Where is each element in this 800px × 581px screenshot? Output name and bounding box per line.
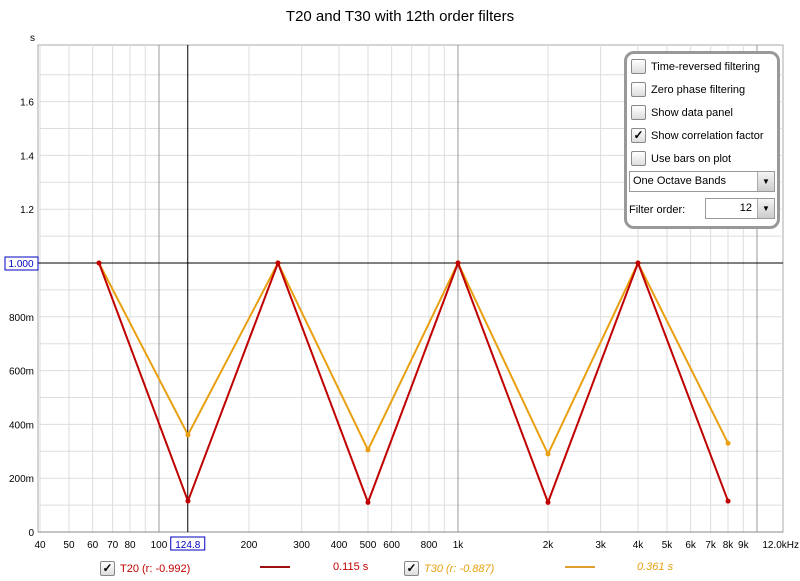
x-tick-label: 200 [241,540,258,551]
data-point-T20 [365,499,371,505]
option-label: Show data panel [651,106,733,119]
option-zero-phase-filtering[interactable]: Zero phase filtering [631,82,745,97]
x-tick-label: 70 [107,540,119,551]
data-point-T20 [185,498,191,504]
y-axis-label: s [30,33,35,44]
band-select-value: One Octave Bands [633,175,726,187]
x-tick-label: 5k [662,540,674,551]
filter-order-select[interactable]: 12 ▼ [705,198,775,219]
legend-item-t20[interactable]: ✓ T20 (r: -0.992) [100,561,190,576]
data-point-T30 [185,432,191,438]
x-tick-label: 600 [383,540,400,551]
x-tick-label: 8k [723,540,735,551]
x-tick-label: 500 [360,540,377,551]
data-point-T20 [635,260,641,266]
options-panel: Time-reversed filtering Zero phase filter… [624,51,780,229]
x-tick-label: 6k [685,540,697,551]
x-tick-label: 400 [331,540,348,551]
y-tick-label: 1.2 [20,205,34,216]
t30-line-sample [565,566,595,568]
y-tick-label: 0 [28,528,34,539]
x-tick-label: 1k [453,540,465,551]
checkbox[interactable] [631,105,646,120]
chevron-down-icon[interactable]: ▼ [757,172,774,191]
data-point-T30 [725,440,731,446]
x-tick-label: 40 [34,540,46,551]
data-point-T20 [275,260,281,266]
x-tick-label: 7k [705,540,717,551]
checkbox[interactable] [631,151,646,166]
checkbox[interactable]: ✓ [631,128,646,143]
checkbox[interactable] [631,82,646,97]
cursor-x-label: 124.8 [175,540,200,551]
t20-checkbox[interactable]: ✓ [100,561,115,576]
legend-item-t30[interactable]: ✓ T30 (r: -0.887) [404,561,494,576]
x-tick-label: 80 [124,540,136,551]
x-tick-label: 4k [633,540,645,551]
option-label: Zero phase filtering [651,83,746,96]
option-label: Use bars on plot [651,152,732,165]
data-point-T30 [365,447,371,453]
data-point-T20 [725,498,731,504]
x-tick-label: 60 [87,540,99,551]
x-tick-label: 800 [421,540,438,551]
x-tick-label: 12.0kHz [762,540,799,551]
x-tick-label: 2k [543,540,555,551]
y-tick-label: 600m [9,367,34,378]
cursor-y-label: 1.000 [8,259,33,270]
y-tick-label: 800m [9,313,34,324]
option-show-data-panel[interactable]: Show data panel [631,105,733,120]
y-tick-label: 400m [9,420,34,431]
data-point-T20 [455,260,461,266]
y-tick-label: 1.4 [20,151,34,162]
x-tick-label: 100 [151,540,168,551]
option-show-correlation-factor[interactable]: ✓ Show correlation factor [631,128,764,143]
data-point-T20 [96,260,102,266]
x-tick-label: 9k [738,540,750,551]
x-tick-label: 300 [293,540,310,551]
band-select[interactable]: One Octave Bands ▼ [629,171,775,192]
data-point-T20 [545,499,551,505]
x-tick-label: 50 [63,540,75,551]
t30-label: T30 (r: -0.887) [424,562,495,575]
x-tick-label: 3k [595,540,607,551]
y-tick-label: 200m [9,474,34,485]
checkbox[interactable] [631,59,646,74]
t20-line-sample [260,566,290,568]
filter-order-label: Filter order: [629,204,686,216]
option-use-bars-on-plot[interactable]: Use bars on plot [631,151,731,166]
t20-label: T20 (r: -0.992) [120,562,191,575]
option-label: Time-reversed filtering [651,60,761,73]
t30-value: 0.361 s [637,561,674,573]
option-label: Show correlation factor [651,129,764,142]
y-tick-label: 1.6 [20,98,34,109]
chevron-down-icon[interactable]: ▼ [757,199,774,218]
filter-order-value: 12 [739,202,752,214]
t30-checkbox[interactable]: ✓ [404,561,419,576]
t20-value: 0.115 s [333,561,369,573]
option-time-reversed-filtering[interactable]: Time-reversed filtering [631,59,760,74]
data-point-T30 [545,451,551,457]
